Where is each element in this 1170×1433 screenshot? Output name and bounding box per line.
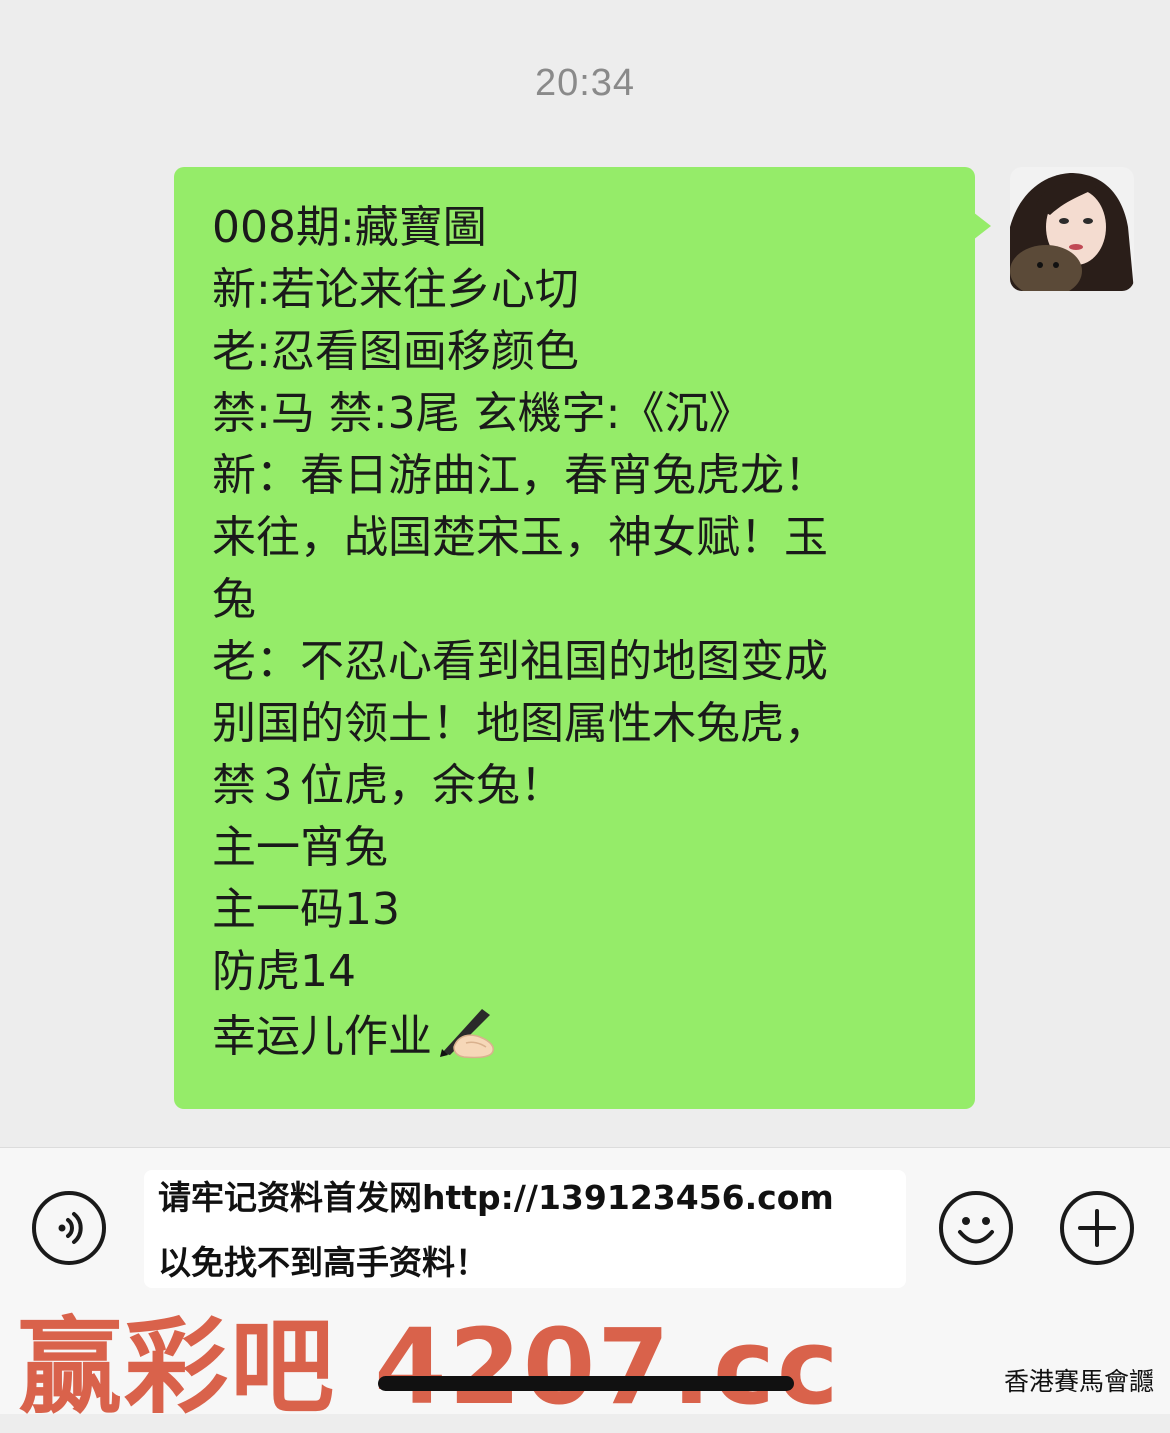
more-button[interactable] bbox=[1060, 1191, 1134, 1265]
message-line: 新:若论来往乡心切 bbox=[212, 264, 579, 315]
message-line: 防虎14 bbox=[212, 946, 356, 997]
message-line: 新：春日游曲江，春宵兔虎龙！ bbox=[212, 450, 828, 501]
message-line: 禁３位虎，余兔！ bbox=[212, 760, 564, 811]
writing-hand-icon bbox=[436, 1003, 500, 1076]
avatar[interactable] bbox=[1010, 167, 1134, 291]
message-line: 别国的领土！地图属性木兔虎， bbox=[212, 698, 828, 749]
message-line: 主一码13 bbox=[212, 884, 400, 935]
home-indicator[interactable] bbox=[378, 1376, 794, 1391]
message-line: 主一宵兔 bbox=[212, 822, 388, 873]
message-timestamp: 20:34 bbox=[534, 62, 636, 104]
message-line-text: 幸运儿作业 bbox=[212, 1011, 432, 1062]
message-line: 来往，战国楚宋玉，神女赋！玉 bbox=[212, 512, 828, 563]
bubble-tail bbox=[973, 212, 991, 240]
message-line: 禁:马 禁:3尾 玄機字:《沉》 bbox=[212, 388, 753, 439]
watermark-text: 赢彩吧 4207.cc bbox=[18, 1306, 841, 1428]
message-line-last: 幸运儿作业 bbox=[212, 1003, 945, 1076]
message-line: 008期:藏寶圖 bbox=[212, 202, 487, 253]
message-line: 老：不忍心看到祖国的地图变成 bbox=[212, 636, 828, 687]
notice-line-2: 以免找不到高手资料！ bbox=[158, 1243, 488, 1282]
emoji-button[interactable] bbox=[939, 1191, 1013, 1265]
corner-mark: 香港賽馬會讔 bbox=[1003, 1367, 1154, 1396]
message-line: 兔 bbox=[212, 574, 256, 625]
message-bubble[interactable]: 008期:藏寶圖 新:若论来往乡心切 老:忍看图画移颜色 禁:马 禁:3尾 玄機… bbox=[174, 167, 975, 1109]
voice-button[interactable] bbox=[32, 1191, 106, 1265]
message-line: 老:忍看图画移颜色 bbox=[212, 326, 579, 377]
chat-area: 20:34 008期:藏寶圖 新:若论来往乡心切 老:忍看图画移颜色 禁:马 禁… bbox=[0, 0, 1170, 1147]
notice-line-1: 请牢记资料首发网http://139123456.com bbox=[158, 1178, 834, 1217]
